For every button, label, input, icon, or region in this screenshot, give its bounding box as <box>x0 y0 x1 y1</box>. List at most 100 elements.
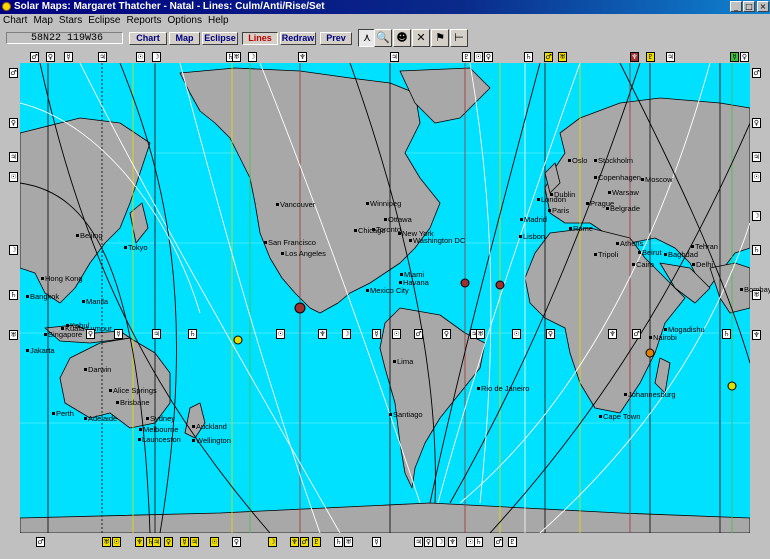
planet-glyph[interactable]: ♀ <box>484 52 493 62</box>
planet-glyph[interactable]: ♀ <box>86 329 95 339</box>
planet-glyph[interactable]: ♄ <box>474 537 483 547</box>
menu-options[interactable]: Options <box>165 15 205 26</box>
planet-glyph[interactable]: ♃ <box>152 329 161 339</box>
planet-glyph[interactable]: ♂ <box>9 68 18 78</box>
lines-button[interactable]: Lines <box>242 32 278 45</box>
planet-glyph[interactable]: ☽ <box>152 52 161 62</box>
planet-glyph[interactable]: ☽ <box>342 329 351 339</box>
planet-glyph[interactable]: ☽ <box>9 245 18 255</box>
planet-glyph[interactable]: ☽ <box>248 52 257 62</box>
planet-glyph[interactable]: ☿ <box>114 329 123 339</box>
planet-glyph[interactable]: ☽ <box>436 537 445 547</box>
planet-glyph[interactable]: ♀ <box>232 537 241 547</box>
planet-glyph[interactable]: ♂ <box>494 537 503 547</box>
planet-glyph[interactable]: ☽ <box>268 537 277 547</box>
planet-glyph[interactable]: ♃ <box>666 52 675 62</box>
map-button[interactable]: Map <box>169 32 200 45</box>
planet-glyph[interactable]: ♀ <box>424 537 433 547</box>
menu-chart[interactable]: Chart <box>0 15 30 26</box>
minimize-button[interactable]: _ <box>730 1 742 12</box>
eclipse-button[interactable]: Eclipse <box>202 32 238 45</box>
planet-glyph[interactable]: ♃ <box>98 52 107 62</box>
planet-glyph[interactable]: ♆ <box>630 52 639 62</box>
planet-glyph[interactable]: ☉ <box>9 172 18 182</box>
planet-glyph[interactable]: ♂ <box>36 537 45 547</box>
prev-button[interactable]: Prev <box>320 32 352 45</box>
planet-glyph[interactable]: ♀ <box>546 329 555 339</box>
planet-glyph[interactable]: ♆ <box>298 52 307 62</box>
planet-glyph[interactable]: ♀ <box>9 118 18 128</box>
planet-glyph[interactable]: ♃ <box>390 52 399 62</box>
planet-glyph[interactable]: ☽ <box>752 211 761 221</box>
planet-glyph[interactable]: ♃ <box>152 537 161 547</box>
planet-glyph[interactable]: ☉ <box>210 537 219 547</box>
planet-glyph[interactable]: ♅ <box>232 52 241 62</box>
planet-glyph[interactable]: ♇ <box>312 537 321 547</box>
planet-glyph[interactable]: ♀ <box>164 537 173 547</box>
planet-glyph[interactable]: ♀ <box>740 52 749 62</box>
planet-glyph[interactable]: ♀ <box>442 329 451 339</box>
planet-glyph[interactable]: ♂ <box>30 52 39 62</box>
planet-glyph[interactable]: ☉ <box>276 329 285 339</box>
planet-glyph[interactable]: ♃ <box>9 152 18 162</box>
chart-button[interactable]: Chart <box>129 32 167 45</box>
owl-icon[interactable]: ☻ <box>393 29 411 47</box>
planet-glyph[interactable]: ♄ <box>188 329 197 339</box>
planet-glyph[interactable]: ☿ <box>730 52 739 62</box>
planet-glyph[interactable]: ☿ <box>64 52 73 62</box>
planet-glyph[interactable]: ☉ <box>392 329 401 339</box>
planet-glyph[interactable]: ☿ <box>372 329 381 339</box>
planet-glyph[interactable]: ♂ <box>752 68 761 78</box>
pointer-icon[interactable]: ⊢ <box>450 29 468 47</box>
cross-icon[interactable]: ✕ <box>412 29 430 47</box>
menu-reports[interactable]: Reports <box>124 15 165 26</box>
planet-glyph[interactable]: ♅ <box>102 537 111 547</box>
city-label: Perth <box>56 409 74 418</box>
planet-glyph[interactable]: ♃ <box>414 537 423 547</box>
planet-glyph[interactable]: ♄ <box>722 329 731 339</box>
planet-glyph[interactable]: ☉ <box>136 52 145 62</box>
planet-glyph[interactable]: ♂ <box>300 537 309 547</box>
menu-eclipse[interactable]: Eclipse <box>85 15 123 26</box>
planet-glyph[interactable]: ♀ <box>46 52 55 62</box>
planet-glyph[interactable]: ☉ <box>512 329 521 339</box>
planet-glyph[interactable]: ♀ <box>752 118 761 128</box>
planet-glyph[interactable]: ♄ <box>9 290 18 300</box>
zoom-icon[interactable]: 🔍 <box>374 29 392 47</box>
planet-glyph[interactable]: ♇ <box>508 537 517 547</box>
planet-glyph[interactable]: ☿ <box>180 537 189 547</box>
planet-glyph[interactable]: ♆ <box>135 537 144 547</box>
menu-help[interactable]: Help <box>205 15 232 26</box>
flag-icon[interactable]: ⚑ <box>431 29 449 47</box>
planet-glyph[interactable]: ♆ <box>318 329 327 339</box>
world-map[interactable] <box>20 63 750 533</box>
planet-glyph[interactable]: ♅ <box>344 537 353 547</box>
menu-map[interactable]: Map <box>30 15 55 26</box>
planet-glyph[interactable]: ♆ <box>752 330 761 340</box>
planet-glyph[interactable]: ♅ <box>752 290 761 300</box>
planet-glyph[interactable]: ♇ <box>462 52 471 62</box>
close-button[interactable]: × <box>757 1 769 12</box>
planet-glyph[interactable]: ☉ <box>752 172 761 182</box>
planet-glyph[interactable]: ♆ <box>290 537 299 547</box>
planet-glyph[interactable]: ♂ <box>544 52 553 62</box>
menu-stars[interactable]: Stars <box>56 15 85 26</box>
planet-glyph[interactable]: ♆ <box>448 537 457 547</box>
planet-glyph[interactable]: ♆ <box>608 329 617 339</box>
planet-glyph[interactable]: ☿ <box>372 537 381 547</box>
planet-glyph[interactable]: ☉ <box>474 52 483 62</box>
planet-glyph[interactable]: ☉ <box>112 537 121 547</box>
planet-glyph[interactable]: ♅ <box>558 52 567 62</box>
planet-glyph[interactable]: ♃ <box>752 152 761 162</box>
planet-glyph[interactable]: ♅ <box>476 329 485 339</box>
planet-glyph[interactable]: ♃ <box>190 537 199 547</box>
planet-glyph[interactable]: ♂ <box>632 329 641 339</box>
planet-glyph[interactable]: ♅ <box>9 330 18 340</box>
redraw-button[interactable]: Redraw <box>280 32 316 45</box>
maximize-button[interactable]: □ <box>743 1 755 12</box>
planet-glyph[interactable]: ♄ <box>334 537 343 547</box>
planet-glyph[interactable]: ♇ <box>646 52 655 62</box>
planet-glyph[interactable]: ♄ <box>524 52 533 62</box>
planet-glyph[interactable]: ♄ <box>752 245 761 255</box>
planet-glyph[interactable]: ♂ <box>414 329 423 339</box>
